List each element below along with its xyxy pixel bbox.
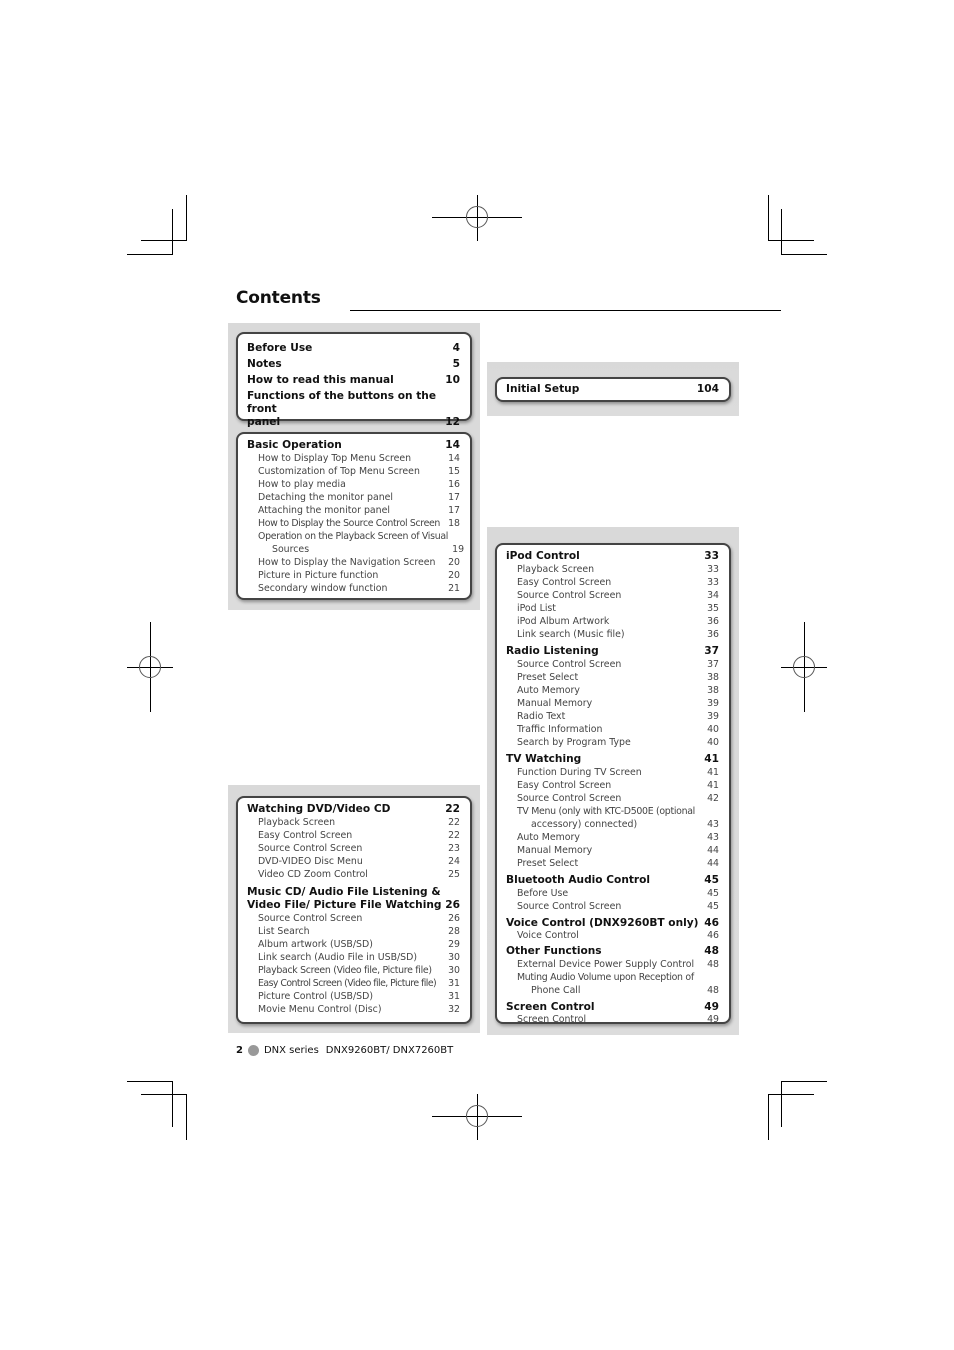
toc-entry[interactable]: Notes 5 [247,358,460,371]
toc-entry[interactable]: Link search (Audio File in USB/SD) 30 [247,951,460,964]
toc-entry[interactable]: Manual Memory 44 [506,844,719,857]
toc-entry[interactable]: DVD-VIDEO Disc Menu 24 [247,855,460,868]
toc-entry[interactable]: iPod Album Artwork 36 [506,615,719,628]
toc-entry[interactable]: Playback Screen 22 [247,816,460,829]
toc-entry[interactable]: Screen Control 49 [506,1014,719,1025]
toc-entry[interactable]: Radio Text 39 [506,710,719,723]
toc-entry[interactable]: How to Display the Navigation Screen 20 [247,556,460,569]
series-name: DNX series [263,1045,319,1056]
crop-mark [127,1081,173,1082]
toc-box-initial-setup: Initial Setup 104 [495,377,731,402]
toc-section-heading[interactable]: TV Watching 41 [506,753,719,766]
page-footer: 2 DNX series DNX9260BT/ DNX7260BT [236,1045,453,1056]
toc-entry[interactable]: Functions of the buttons on the front pa… [247,390,460,429]
toc-entry[interactable]: Link search (Music file) 36 [506,628,719,641]
toc-entry[interactable]: Easy Control Screen 33 [506,576,719,589]
toc-entry[interactable]: Source Control Screen 45 [506,900,719,913]
toc-section-heading[interactable]: iPod Control 33 [506,550,719,563]
toc-entry[interactable]: Function During TV Screen 41 [506,766,719,779]
toc-entry[interactable]: Preset Select 44 [506,857,719,870]
toc-section-heading[interactable]: Voice Control (DNX9260BT only) 46 [506,917,719,930]
toc-entry[interactable]: Playback Screen (Video file, Picture fil… [247,964,460,977]
crop-mark [768,240,814,241]
toc-entry[interactable]: Auto Memory 43 [506,831,719,844]
toc-entry[interactable]: Picture Control (USB/SD) 31 [247,990,460,1003]
page-number: 2 [236,1045,243,1056]
toc-entry[interactable]: Voice Control 46 [506,930,719,941]
toc-entry[interactable]: Customization of Top Menu Screen 15 [247,465,460,478]
toc-entry[interactable]: How to play media 16 [247,478,460,491]
toc-entry[interactable]: Album artwork (USB/SD) 29 [247,938,460,951]
toc-entry[interactable]: Operation on the Playback Screen of Visu… [247,530,464,556]
crop-mark [781,254,827,255]
crop-mark [186,1094,187,1140]
title-rule [350,310,781,311]
toc-entry[interactable]: iPod List 35 [506,602,719,615]
crop-mark [768,195,769,241]
toc-box-intro: Before Use 4 Notes 5 How to read this ma… [236,332,472,428]
toc-entry[interactable]: Auto Memory 38 [506,684,719,697]
toc-entry[interactable]: Before Use 4 [247,342,460,355]
toc-box-sources: iPod Control 33 Playback Screen 33 Easy C… [495,543,731,1025]
crop-mark [768,1094,814,1095]
toc-entry[interactable]: TV Menu (only with KTC-D500E (optional a… [506,805,719,831]
toc-entry[interactable]: Traffic Information 40 [506,723,719,736]
toc-entry[interactable]: External Device Power Supply Control 48 [506,958,719,971]
toc-entry[interactable]: How to Display the Source Control Screen… [247,517,460,530]
toc-entry[interactable]: Easy Control Screen 41 [506,779,719,792]
toc-section-heading[interactable]: Other Functions 48 [506,945,719,958]
toc-box-dvd-music: Watching DVD/Video CD 22 Playback Screen… [236,796,472,1024]
toc-entry[interactable]: Easy Control Screen 22 [247,829,460,842]
crop-mark [141,1094,187,1095]
toc-entry[interactable]: Detaching the monitor panel 17 [247,491,460,504]
toc-section-heading[interactable]: Screen Control 49 [506,1001,719,1014]
toc-box-basic-operation: Basic Operation 14 How to Display Top Me… [236,432,472,600]
toc-entry[interactable]: Movie Menu Control (Disc) 32 [247,1003,460,1016]
toc-entry[interactable]: Search by Program Type 40 [506,736,719,749]
page-title: Contents [236,288,321,308]
toc-entry[interactable]: Source Control Screen 34 [506,589,719,602]
toc-entry[interactable]: Source Control Screen 42 [506,792,719,805]
toc-entry[interactable]: Source Control Screen 26 [247,912,460,925]
toc-entry[interactable]: Attaching the monitor panel 17 [247,504,460,517]
toc-entry[interactable]: Video CD Zoom Control 25 [247,868,460,881]
toc-section-heading[interactable]: Radio Listening 37 [506,645,719,658]
toc-entry[interactable]: Preset Select 38 [506,671,719,684]
toc-section-heading[interactable]: Bluetooth Audio Control 45 [506,874,719,887]
crop-mark [141,240,187,241]
toc-entry[interactable]: Source Control Screen 23 [247,842,460,855]
toc-section-heading[interactable]: Watching DVD/Video CD 22 [247,803,460,816]
toc-section-heading[interactable]: Music CD/ Audio File Listening & Video F… [247,886,460,912]
crop-mark [186,195,187,241]
toc-entry[interactable]: Picture in Picture function 20 [247,569,460,582]
crop-mark [781,1081,782,1127]
toc-entry[interactable]: How to read this manual 10 [247,374,460,387]
toc-section-heading[interactable]: Initial Setup 104 [506,383,719,396]
bullet-circle-icon [247,1045,259,1056]
toc-entry[interactable]: How to Display Top Menu Screen 14 [247,452,460,465]
toc-entry[interactable]: Easy Control Screen (Video file, Picture… [247,977,460,990]
toc-entry[interactable]: Manual Memory 39 [506,697,719,710]
crop-mark [172,1081,173,1127]
crop-mark [172,209,173,255]
toc-entry[interactable]: Source Control Screen 37 [506,658,719,671]
model-names: DNX9260BT/ DNX7260BT [325,1045,454,1056]
toc-entry[interactable]: Secondary window function 21 [247,582,460,595]
crop-mark [781,1081,827,1082]
toc-section-heading[interactable]: Basic Operation 14 [247,439,460,452]
toc-entry[interactable]: Muting Audio Volume upon Reception of Ph… [506,971,719,997]
toc-entry[interactable]: List Search 28 [247,925,460,938]
toc-entry[interactable]: Before Use 45 [506,887,719,900]
crop-mark [768,1094,769,1140]
toc-entry[interactable]: Playback Screen 33 [506,563,719,576]
crop-mark [127,254,173,255]
crop-mark [781,209,782,255]
